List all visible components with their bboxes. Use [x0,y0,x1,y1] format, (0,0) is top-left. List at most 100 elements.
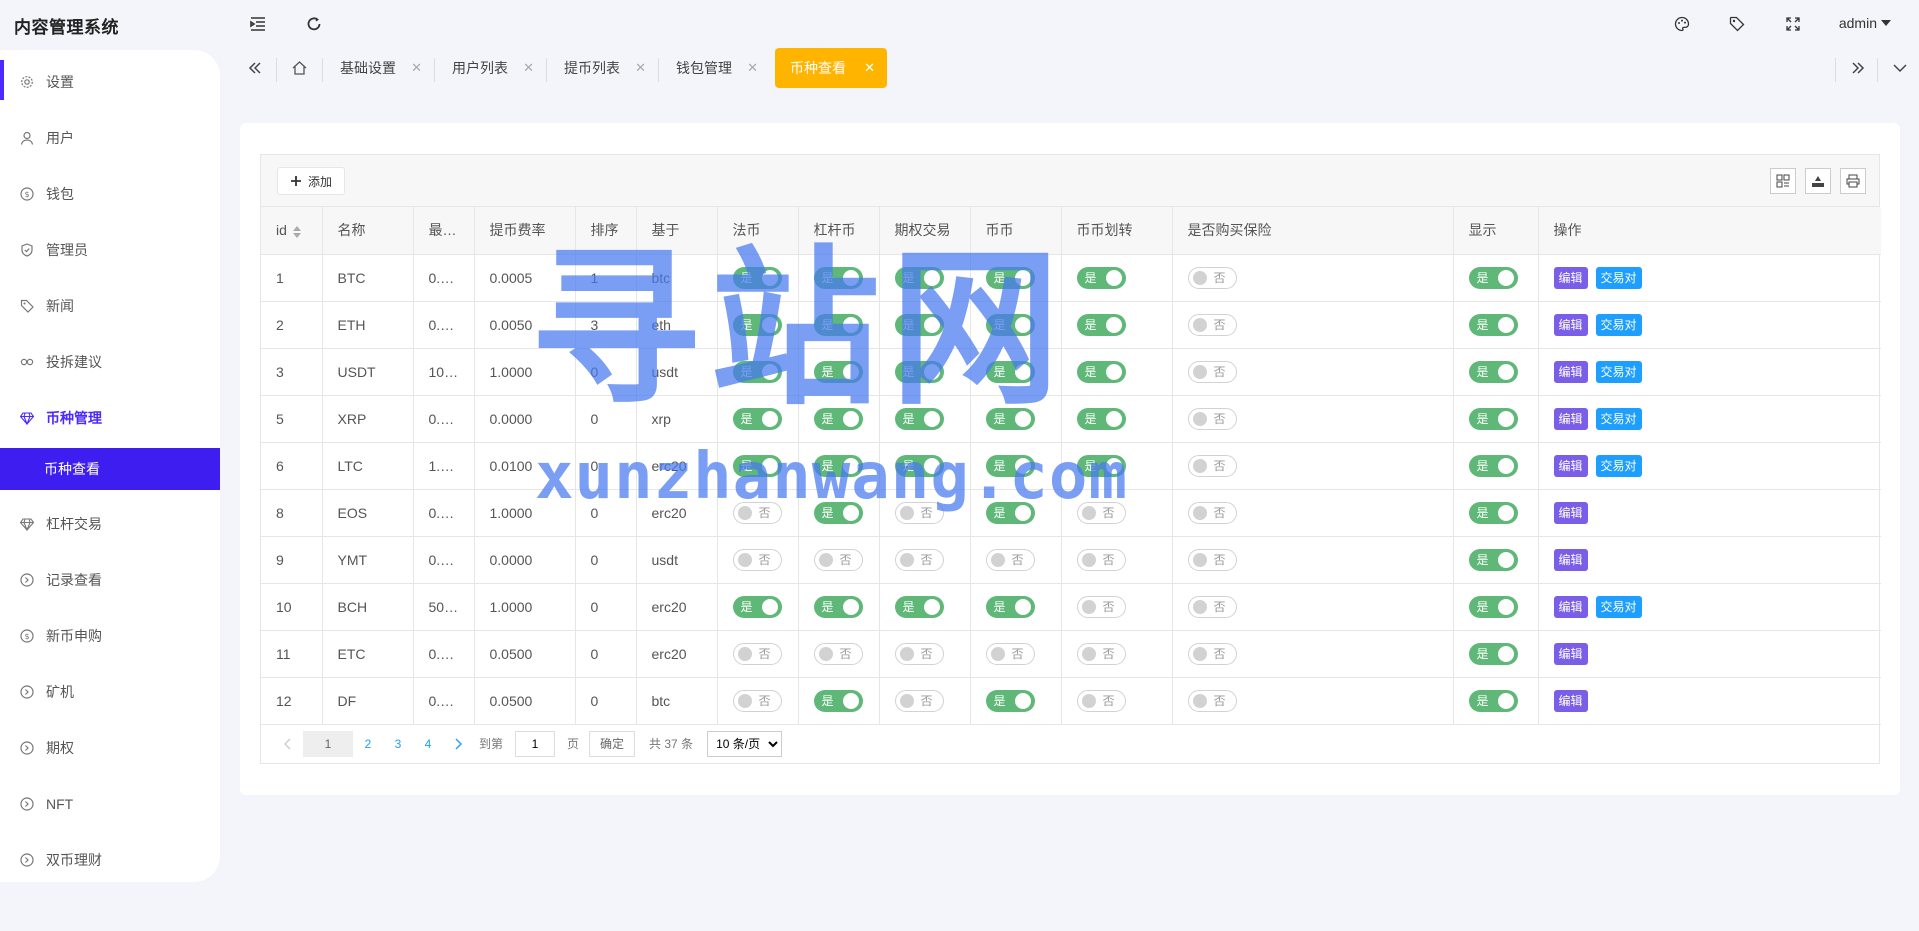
display-switch[interactable]: 是 [1468,313,1518,336]
fiat-switch[interactable]: 否 [732,642,782,665]
sidebar-item-feedback[interactable]: 投拆建议 [0,334,220,390]
coin-switch[interactable]: 是 [985,407,1035,430]
insurance-switch[interactable]: 否 [1187,360,1237,383]
coin-switch[interactable]: 是 [985,360,1035,383]
menu-fold-icon[interactable] [248,14,268,34]
tabs-scroll-right-icon[interactable] [1843,48,1873,88]
display-switch[interactable]: 是 [1468,454,1518,477]
fiat-switch[interactable]: 是 [732,360,782,383]
edit-button[interactable]: 编辑 [1553,266,1588,289]
coin-switch[interactable]: 是 [985,595,1035,618]
sidebar-item-wallet[interactable]: $ 钱包 [0,166,220,222]
display-switch[interactable]: 是 [1468,548,1518,571]
tabs-scroll-left-icon[interactable] [240,48,270,88]
next-page-icon[interactable] [443,731,473,757]
display-switch[interactable]: 是 [1468,266,1518,289]
close-icon[interactable]: ✕ [523,60,534,76]
edit-button[interactable]: 编辑 [1553,689,1588,712]
sidebar-item-leverage[interactable]: 杠杆交易 [0,496,220,552]
transfer-switch[interactable]: 是 [1076,360,1126,383]
tabs-dropdown-icon[interactable] [1885,48,1915,88]
close-icon[interactable]: ✕ [864,60,875,76]
add-button[interactable]: 添加 [277,167,346,195]
sidebar-item-dual-finance[interactable]: 双币理财 [0,832,220,888]
coin-switch[interactable]: 否 [985,642,1035,665]
trading-pair-button[interactable]: 交易对 [1595,454,1642,477]
option-switch[interactable]: 否 [894,548,944,571]
transfer-switch[interactable]: 是 [1076,407,1126,430]
insurance-switch[interactable]: 否 [1187,407,1237,430]
insurance-switch[interactable]: 否 [1187,266,1237,289]
fullscreen-icon[interactable] [1783,14,1803,34]
sidebar-item-nft[interactable]: NFT [0,776,220,832]
tab-user-list[interactable]: 用户列表 ✕ [434,48,546,88]
edit-button[interactable]: 编辑 [1553,407,1588,430]
coin-switch[interactable]: 是 [985,689,1035,712]
user-menu[interactable]: admin [1839,15,1891,31]
option-switch[interactable]: 是 [894,360,944,383]
fiat-switch[interactable]: 否 [732,548,782,571]
tab-wallet-management[interactable]: 钱包管理 ✕ [658,48,770,88]
sidebar-subitem-currency-view[interactable]: 币种查看 [0,448,220,490]
edit-button[interactable]: 编辑 [1553,313,1588,336]
edit-button[interactable]: 编辑 [1553,454,1588,477]
coin-switch[interactable]: 是 [985,501,1035,524]
sidebar-item-options[interactable]: 期权 [0,720,220,776]
option-switch[interactable]: 是 [894,595,944,618]
insurance-switch[interactable]: 否 [1187,454,1237,477]
close-icon[interactable]: ✕ [635,60,646,76]
coin-switch[interactable]: 是 [985,313,1035,336]
option-switch[interactable]: 是 [894,266,944,289]
prev-page-icon[interactable] [273,731,303,757]
transfer-switch[interactable]: 否 [1076,501,1126,524]
sidebar-item-currency-management[interactable]: 币种管理 [0,390,220,446]
page-size-select[interactable]: 10 条/页 [707,730,783,757]
leverage-switch[interactable]: 是 [813,689,863,712]
leverage-switch[interactable]: 否 [813,548,863,571]
transfer-switch[interactable]: 否 [1076,548,1126,571]
close-icon[interactable]: ✕ [747,60,758,76]
leverage-switch[interactable]: 是 [813,407,863,430]
leverage-switch[interactable]: 是 [813,266,863,289]
display-switch[interactable]: 是 [1468,501,1518,524]
transfer-switch[interactable]: 否 [1076,595,1126,618]
trading-pair-button[interactable]: 交易对 [1595,360,1642,383]
option-switch[interactable]: 是 [894,407,944,430]
transfer-switch[interactable]: 否 [1076,689,1126,712]
fiat-switch[interactable]: 否 [732,501,782,524]
option-switch[interactable]: 是 [894,313,944,336]
coin-switch[interactable]: 否 [985,548,1035,571]
trading-pair-button[interactable]: 交易对 [1595,266,1642,289]
display-switch[interactable]: 是 [1468,595,1518,618]
page-number[interactable]: 2 [353,731,383,757]
leverage-switch[interactable]: 否 [813,642,863,665]
trading-pair-button[interactable]: 交易对 [1595,313,1642,336]
sidebar-item-records[interactable]: 记录查看 [0,552,220,608]
close-icon[interactable]: ✕ [411,60,422,76]
leverage-switch[interactable]: 是 [813,313,863,336]
display-switch[interactable]: 是 [1468,407,1518,430]
transfer-switch[interactable]: 是 [1076,266,1126,289]
goto-page-input[interactable] [515,730,556,757]
refresh-icon[interactable] [304,14,324,34]
display-switch[interactable]: 是 [1468,642,1518,665]
option-switch[interactable]: 否 [894,689,944,712]
insurance-switch[interactable]: 否 [1187,642,1237,665]
tab-withdraw-list[interactable]: 提币列表 ✕ [546,48,658,88]
display-switch[interactable]: 是 [1468,689,1518,712]
leverage-switch[interactable]: 是 [813,501,863,524]
sidebar-item-settings[interactable]: 设置 [0,54,220,110]
insurance-switch[interactable]: 否 [1187,313,1237,336]
display-switch[interactable]: 是 [1468,360,1518,383]
page-number[interactable]: 3 [383,731,413,757]
insurance-switch[interactable]: 否 [1187,501,1237,524]
fiat-switch[interactable]: 是 [732,407,782,430]
fiat-switch[interactable]: 否 [732,689,782,712]
page-number[interactable]: 4 [413,731,443,757]
sidebar-item-users[interactable]: 用户 [0,110,220,166]
tab-basic-settings[interactable]: 基础设置 ✕ [322,48,434,88]
option-switch[interactable]: 否 [894,642,944,665]
fiat-switch[interactable]: 是 [732,313,782,336]
export-icon[interactable] [1805,168,1831,194]
sidebar-item-miner[interactable]: 矿机 [0,664,220,720]
